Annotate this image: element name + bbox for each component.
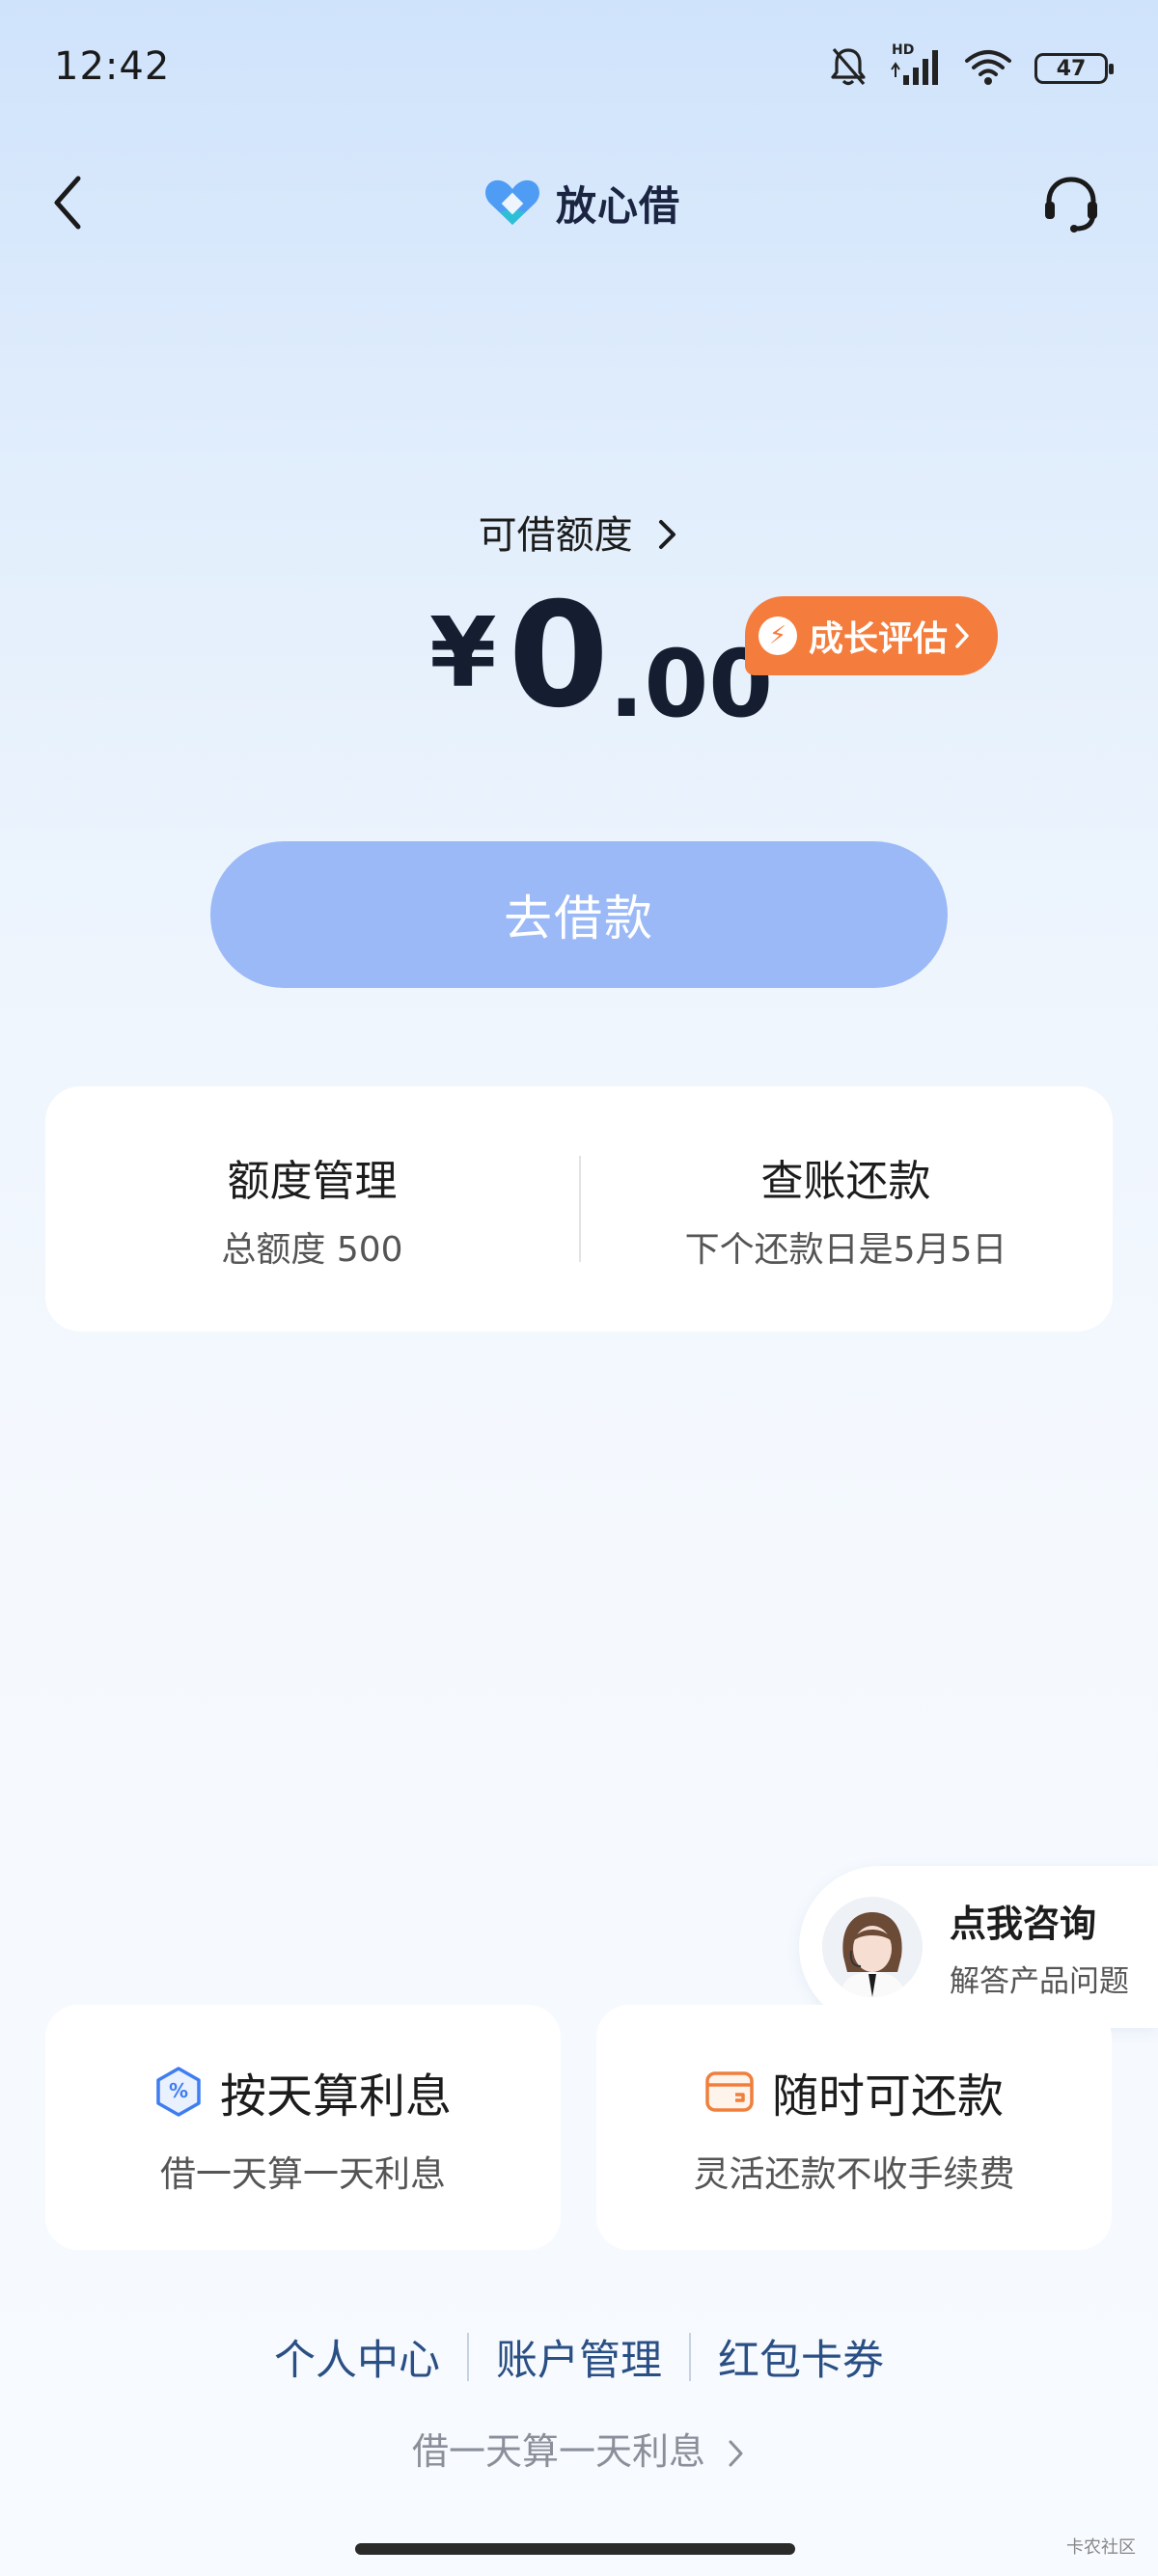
bill-repayment-title: 查账还款 [760, 1157, 931, 1206]
borrow-button[interactable]: 去借款 [210, 841, 948, 988]
bell-muted-icon [828, 45, 868, 92]
footer-note-text: 借一天算一天利息 [411, 2430, 705, 2473]
chevron-right-icon [729, 2440, 743, 2467]
account-card: 额度管理 总额度 500 查账还款 下个还款日是5月5日 [45, 1086, 1113, 1331]
bottom-links: 个人中心 账户管理 红包卡券 [0, 2327, 1158, 2387]
back-button[interactable] [39, 169, 96, 236]
limit-management-item[interactable]: 额度管理 总额度 500 [45, 1086, 579, 1331]
feature-title: 按天算利息 [219, 2069, 452, 2124]
total-limit-text: 总额度 500 [221, 1230, 403, 1270]
status-time: 12:42 [54, 44, 171, 89]
signal-icon: HD [890, 42, 942, 91]
status-icons: HD 47 [828, 42, 1114, 93]
heart-logo-icon [485, 179, 539, 225]
headset-icon [1045, 177, 1097, 233]
credit-limit-label: 可借额度 [478, 513, 633, 558]
currency-symbol: ¥ [429, 596, 497, 709]
feature-subtitle: 借一天算一天利息 [160, 2153, 446, 2195]
wifi-icon [963, 47, 1013, 90]
lightning-icon: ⚡ [758, 617, 797, 655]
link-coupons[interactable]: 红包卡券 [691, 2327, 911, 2387]
next-repayment-text: 下个还款日是5月5日 [684, 1230, 1007, 1270]
growth-assessment-label: 成长评估 [809, 619, 949, 659]
consult-subtitle: 解答产品问题 [950, 1964, 1129, 1999]
link-personal-center[interactable]: 个人中心 [247, 2327, 467, 2387]
svg-text:%: % [169, 2079, 188, 2102]
feature-title: 随时可还款 [771, 2069, 1004, 2124]
feature-card-daily-interest: % 按天算利息 借一天算一天利息 [45, 2005, 561, 2250]
brand-name: 放心借 [556, 181, 681, 230]
footer-note-link[interactable]: 借一天算一天利息 [0, 2422, 1158, 2475]
credit-limit-link[interactable]: 可借额度 [0, 504, 1158, 560]
chevron-right-icon [955, 623, 969, 648]
customer-service-button[interactable] [1033, 166, 1110, 243]
home-indicator[interactable] [355, 2543, 795, 2555]
bill-repayment-item[interactable]: 查账还款 下个还款日是5月5日 [579, 1086, 1113, 1331]
wallet-icon [705, 2071, 754, 2112]
percent-hexagon-icon: % [156, 2067, 201, 2117]
agent-avatar [822, 1897, 923, 1997]
link-account-management[interactable]: 账户管理 [469, 2327, 689, 2387]
battery-level: 47 [1056, 56, 1087, 81]
feature-card-flexible-repay: 随时可还款 灵活还款不收手续费 [596, 2005, 1112, 2250]
network-label: HD [892, 42, 915, 58]
amount-integer: 0 [508, 572, 609, 740]
chevron-right-icon [659, 520, 676, 549]
available-amount: ¥ 0 .00 [429, 584, 773, 730]
feature-subtitle: 灵活还款不收手续费 [693, 2153, 1015, 2195]
limit-management-title: 额度管理 [227, 1157, 398, 1206]
brand: 放心借 [482, 172, 680, 233]
consult-bubble[interactable]: 点我咨询 解答产品问题 [799, 1866, 1158, 2028]
back-chevron-icon [54, 176, 81, 230]
growth-assessment-button[interactable]: ⚡ 成长评估 [745, 596, 998, 675]
consult-title: 点我咨询 [950, 1903, 1097, 1945]
watermark: 卡农社区 [1066, 2537, 1136, 2558]
battery-icon: 47 [1034, 53, 1114, 84]
